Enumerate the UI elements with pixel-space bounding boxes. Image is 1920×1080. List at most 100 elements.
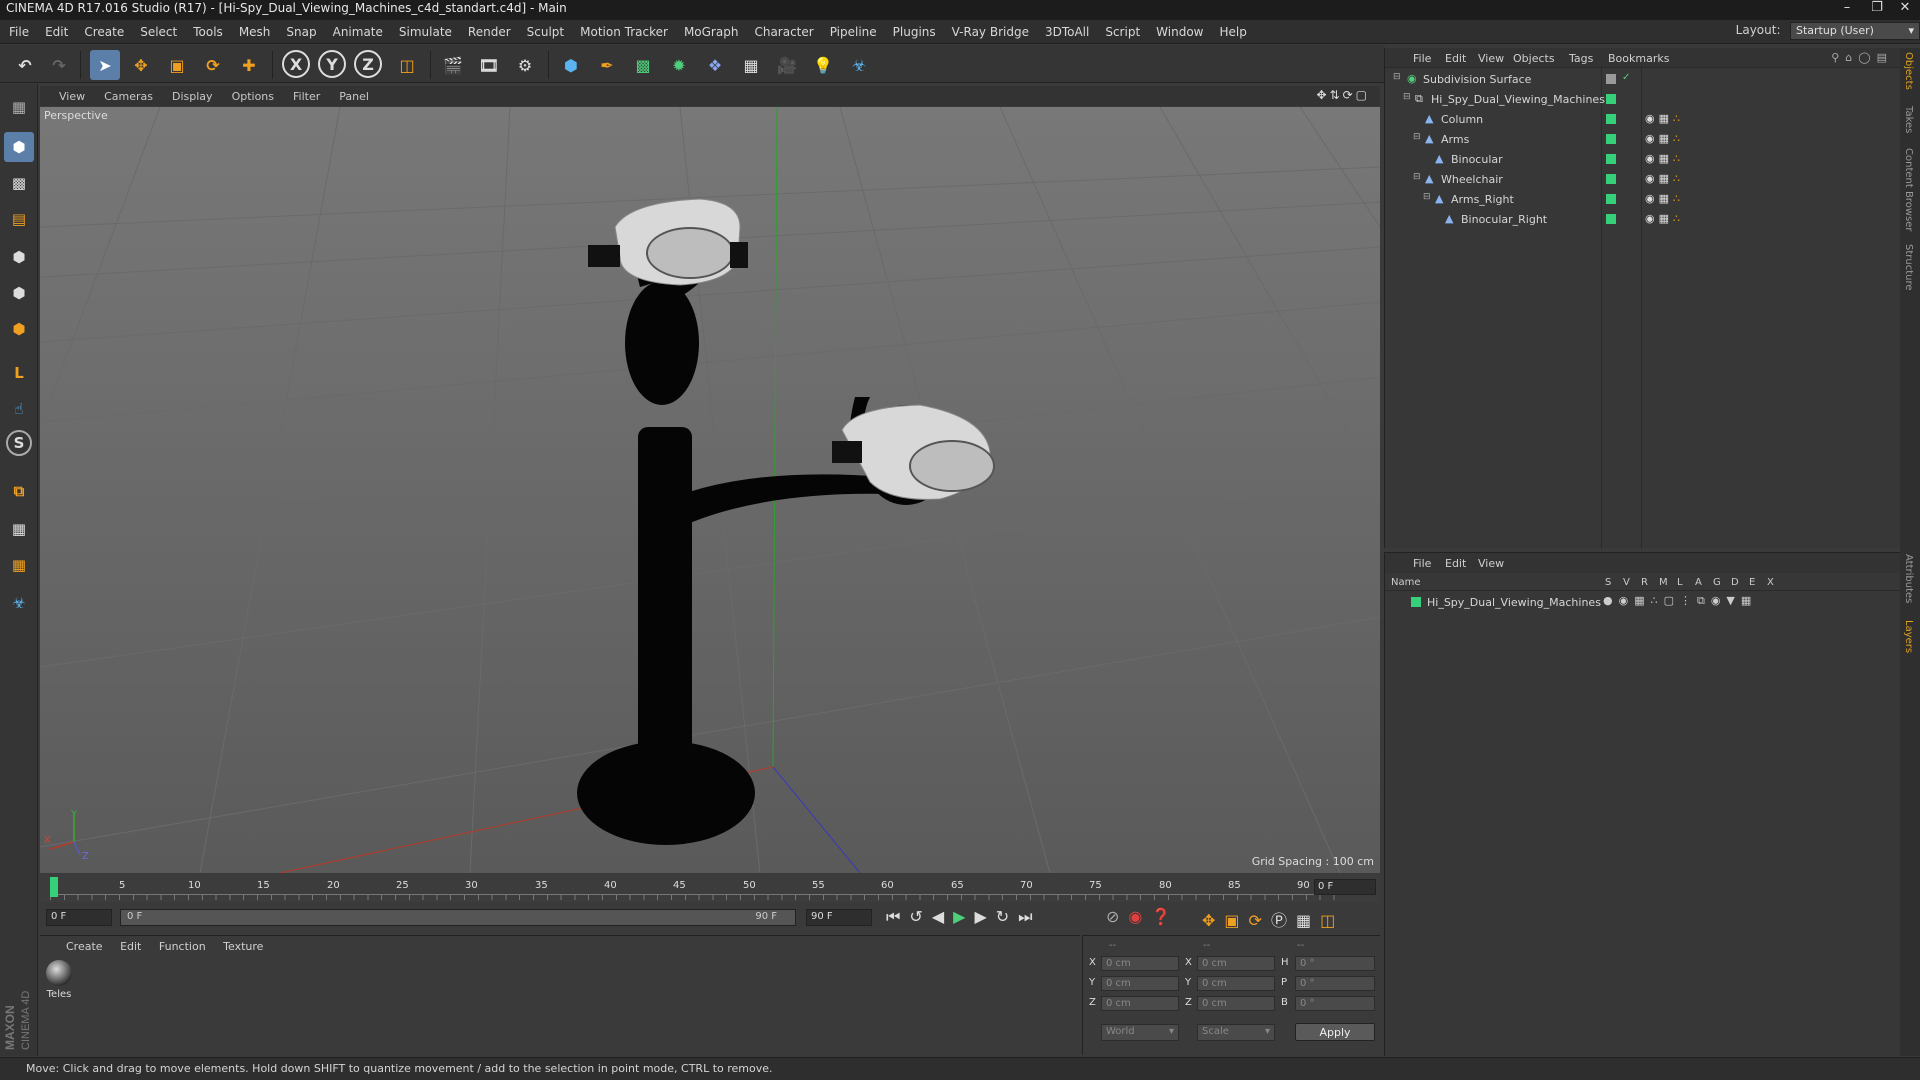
layer-row[interactable]: Hi_Spy_Dual_Viewing_Machines ●◉▦∴▢⋮⧉◉▼▦ — [1385, 593, 1901, 613]
end-frame-field[interactable]: 90 F — [806, 909, 872, 926]
expand-icon[interactable]: ⊟ — [1423, 192, 1431, 202]
tab-structure[interactable]: Structure — [1903, 244, 1914, 291]
go-to-end-icon[interactable]: ⏭ — [1018, 907, 1041, 926]
pen-spline-icon[interactable]: ✒ — [592, 50, 622, 80]
python-script-icon[interactable]: ☣ — [4, 588, 34, 618]
scale-icon[interactable]: ▣ — [162, 50, 192, 80]
layer-menu-edit[interactable]: Edit — [1445, 557, 1466, 570]
material-menu-function[interactable]: Function — [159, 940, 206, 953]
menu-simulate[interactable]: Simulate — [390, 20, 459, 39]
x-axis-button[interactable]: X — [282, 50, 310, 78]
tab-attributes[interactable]: Attributes — [1903, 554, 1914, 603]
menu-script[interactable]: Script — [1096, 20, 1147, 39]
size-y-field[interactable]: 0 cm — [1197, 976, 1275, 991]
viewport-menu-display[interactable]: Display — [172, 86, 213, 103]
workplane-icon[interactable]: ▤ — [4, 204, 34, 234]
undo-icon[interactable]: ↶ — [10, 50, 40, 80]
key-pla-icon[interactable]: ▦ — [1296, 911, 1320, 930]
object-row[interactable]: ⊟ ▲ Arms_Right ◉▦∴ — [1385, 190, 1901, 210]
range-slider[interactable]: 0 F 90 F — [120, 909, 796, 926]
key-scale-icon[interactable]: ▣ — [1224, 911, 1248, 930]
menu-sculpt[interactable]: Sculpt — [518, 20, 571, 39]
rotation-h-field[interactable]: 0 ° — [1295, 956, 1375, 971]
timeline-window-icon[interactable]: ◫ — [1320, 911, 1344, 930]
polygons-mode-icon[interactable]: ⬢ — [4, 314, 34, 344]
key-position-icon[interactable]: ✥ — [1202, 911, 1224, 930]
layer-color-chip[interactable] — [1606, 94, 1616, 104]
rotation-b-field[interactable]: 0 ° — [1295, 996, 1375, 1011]
move-cross-icon[interactable]: ✚ — [234, 50, 264, 80]
redo-icon[interactable]: ↷ — [44, 50, 74, 80]
viewport-menu-panel[interactable]: Panel — [339, 86, 369, 103]
subdivision-surface-icon[interactable]: ▩ — [628, 50, 658, 80]
layer-color-chip[interactable] — [1606, 214, 1616, 224]
cube-icon[interactable]: ⬢ — [556, 50, 586, 80]
menu-window[interactable]: Window — [1147, 20, 1210, 39]
menu-render[interactable]: Render — [459, 20, 518, 39]
go-to-start-icon[interactable]: ⏮ — [886, 907, 909, 926]
model-mode-icon[interactable]: ⬢ — [4, 132, 34, 162]
python-icon[interactable]: ☣ — [844, 50, 874, 80]
viewport-menu-filter[interactable]: Filter — [293, 86, 320, 103]
expand-icon[interactable]: ⊟ — [1413, 132, 1421, 142]
points-mode-icon[interactable]: ⬢ — [4, 242, 34, 272]
layer-color-chip[interactable] — [1606, 154, 1616, 164]
material-tags[interactable]: ◉▦∴ — [1645, 132, 1684, 145]
menu-tools[interactable]: Tools — [184, 20, 230, 39]
object-menu-bookmarks[interactable]: Bookmarks — [1608, 52, 1669, 65]
object-menu-file[interactable]: File — [1413, 52, 1431, 65]
playhead[interactable] — [50, 877, 58, 897]
material-tags[interactable]: ◉▦∴ — [1645, 192, 1684, 205]
make-editable-icon[interactable]: ▦ — [4, 92, 34, 122]
layer-menu-view[interactable]: View — [1478, 557, 1504, 570]
texture-mode-icon[interactable]: ▩ — [4, 168, 34, 198]
size-z-field[interactable]: 0 cm — [1197, 996, 1275, 1011]
rotation-p-field[interactable]: 0 ° — [1295, 976, 1375, 991]
locked-workplane-icon[interactable]: ▦ — [4, 550, 34, 580]
object-row[interactable]: ⊟ ▲ Wheelchair ◉▦∴ — [1385, 170, 1901, 190]
rotate-icon[interactable]: ⟳ — [198, 50, 228, 80]
maximize-button[interactable]: ❐ — [1864, 0, 1890, 18]
autokey-icon[interactable]: ❓ — [1151, 907, 1180, 926]
menu-3dtoall[interactable]: 3DToAll — [1036, 20, 1096, 39]
menu-character[interactable]: Character — [745, 20, 820, 39]
object-menu-tags[interactable]: Tags — [1569, 52, 1593, 65]
object-row[interactable]: ▲ Binocular ◉▦∴ — [1385, 150, 1901, 170]
menu-mesh[interactable]: Mesh — [230, 20, 278, 39]
menu-select[interactable]: Select — [131, 20, 184, 39]
tab-content-browser[interactable]: Content Browser — [1903, 148, 1914, 231]
layer-menu-file[interactable]: File — [1413, 557, 1431, 570]
layer-toggle-icons[interactable]: ●◉▦∴▢⋮⧉◉▼▦ — [1603, 594, 1757, 608]
menu-plugins[interactable]: Plugins — [884, 20, 943, 39]
object-row[interactable]: ⊟ ▲ Arms ◉▦∴ — [1385, 130, 1901, 150]
motion-path-icon[interactable]: ⊘ — [1106, 907, 1128, 926]
object-row[interactable]: ⊟ ⧉ Hi_Spy_Dual_Viewing_Machines — [1385, 90, 1901, 110]
record-icon[interactable]: ◉ — [1128, 907, 1151, 926]
coordinate-type-dropdown[interactable]: Scale ▾ — [1197, 1024, 1275, 1041]
minimize-button[interactable]: – — [1834, 0, 1860, 18]
apply-button[interactable]: Apply — [1295, 1023, 1375, 1041]
layer-color-chip[interactable] — [1411, 597, 1421, 607]
expand-icon[interactable]: ⊟ — [1393, 72, 1401, 82]
light-icon[interactable]: 💡 — [808, 50, 838, 80]
material-tags[interactable]: ◉▦∴ — [1645, 212, 1684, 225]
menu-mograph[interactable]: MoGraph — [675, 20, 746, 39]
material-tags[interactable]: ◉▦∴ — [1645, 152, 1684, 165]
menu-motion-tracker[interactable]: Motion Tracker — [571, 20, 675, 39]
viewport-menu-cameras[interactable]: Cameras — [104, 86, 153, 103]
menu-snap[interactable]: Snap — [277, 20, 323, 39]
menu-file[interactable]: File — [0, 20, 36, 39]
layer-color-chip[interactable] — [1606, 174, 1616, 184]
coordinate-system-icon[interactable]: ◫ — [392, 50, 422, 80]
material-swatch[interactable]: Teles — [44, 960, 74, 1000]
object-row[interactable]: ▲ Column ◉▦∴ — [1385, 110, 1901, 130]
menu-help[interactable]: Help — [1210, 20, 1253, 39]
material-tags[interactable]: ◉▦∴ — [1645, 172, 1684, 185]
check-icon[interactable]: ✓ — [1622, 72, 1630, 83]
key-parameter-icon[interactable]: Ⓟ — [1271, 911, 1296, 930]
previous-frame-icon[interactable]: ◀ — [932, 907, 953, 926]
axis-mode-icon[interactable]: L — [4, 358, 34, 388]
timeline-ruler[interactable]: 0 5 10 15 20 25 30 35 40 45 50 55 60 65 … — [40, 874, 1380, 902]
previous-key-icon[interactable]: ↺ — [909, 907, 931, 926]
play-icon[interactable]: ▶ — [953, 907, 974, 926]
